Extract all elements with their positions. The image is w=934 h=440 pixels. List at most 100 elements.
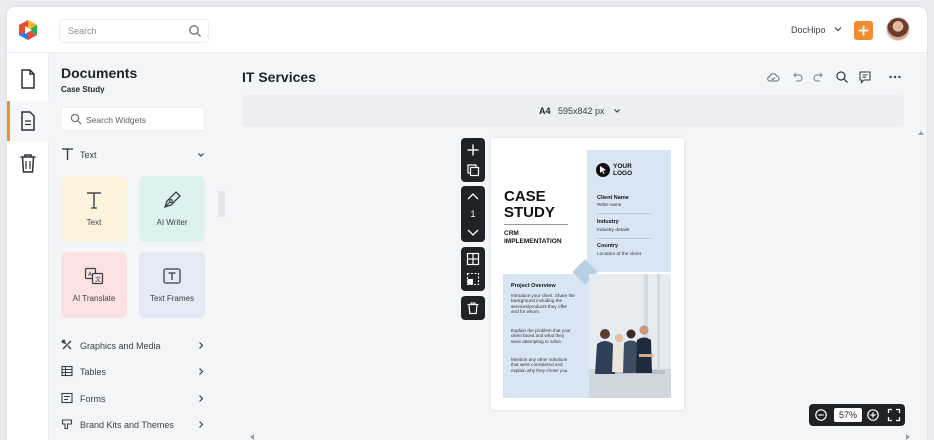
chevron-up-icon[interactable] (466, 191, 480, 203)
category-label: Tables (80, 367, 107, 377)
form-icon (61, 392, 73, 404)
client-name-label[interactable]: Client Name (597, 195, 629, 201)
widget-search-input[interactable]: Search Widgets (86, 115, 146, 125)
widget-text-frames[interactable]: Text Frames (139, 252, 205, 318)
category-label: Brand Kits and Themes (80, 420, 174, 430)
user-avatar[interactable] (886, 17, 910, 41)
industry-label[interactable]: Industry (597, 219, 619, 225)
overview-title[interactable]: Project Overview (511, 283, 556, 289)
panel-title: Documents (61, 65, 138, 81)
chevron-right-icon (199, 421, 204, 428)
graphics-icon (61, 339, 72, 350)
comment-icon[interactable] (858, 70, 872, 84)
section-text[interactable]: Text (61, 147, 205, 163)
search-box[interactable]: Search (59, 19, 209, 43)
page-size-dimensions: 595x842 px (558, 106, 605, 116)
panel-subtitle: Case Study (61, 85, 105, 94)
overview-paragraph[interactable]: Explain the problem that your client fac… (511, 328, 575, 344)
category-forms[interactable]: Forms (61, 391, 205, 407)
zoom-control: 57% (809, 404, 905, 426)
widget-ai-writer-label: AI Writer (156, 218, 188, 227)
rail-item-trash[interactable] (7, 143, 49, 183)
page-number: 1 (470, 209, 476, 219)
search-input[interactable]: Search (68, 26, 97, 36)
more-options-icon[interactable] (888, 70, 902, 84)
country-value[interactable]: Location of the client (597, 252, 641, 258)
rail-item-pages[interactable] (7, 101, 49, 141)
case-study-heading[interactable]: CASE STUDY (504, 189, 555, 221)
category-tables[interactable]: Tables (61, 364, 205, 380)
plus-icon (858, 25, 869, 36)
category-brand-kits[interactable]: Brand Kits and Themes (61, 417, 205, 433)
zoom-out-icon[interactable] (814, 408, 828, 422)
widget-text[interactable]: Text (61, 176, 127, 242)
category-graphics-media[interactable]: Graphics and Media (61, 338, 205, 354)
widget-ai-writer[interactable]: AI Writer (139, 176, 205, 242)
heading-divider (504, 224, 568, 225)
text-frame-icon (163, 268, 181, 284)
logo-placeholder[interactable] (596, 163, 610, 177)
workspace-name[interactable]: DocHipo (791, 25, 826, 35)
chevron-right-icon (199, 368, 204, 375)
arrow-cursor-icon (600, 166, 606, 174)
pen-nib-icon (163, 191, 181, 209)
team-photo[interactable] (589, 274, 671, 398)
category-label: Graphics and Media (80, 341, 161, 351)
redo-icon[interactable] (812, 70, 826, 84)
icon-rail (7, 53, 49, 440)
section-text-label: Text (80, 150, 97, 160)
widget-ai-translate[interactable]: A文 AI Translate (61, 252, 127, 318)
zoom-in-icon[interactable] (866, 408, 880, 422)
page-layout-toolbar (461, 247, 485, 291)
chevron-down-icon (198, 153, 204, 157)
app-logo-icon[interactable] (17, 19, 39, 41)
zoom-level[interactable]: 57% (834, 408, 862, 422)
document-icon (21, 69, 35, 89)
page-size-selector[interactable]: A4 595x842 px (242, 95, 904, 127)
undo-icon[interactable] (790, 70, 804, 84)
page-add-toolbar (461, 138, 485, 182)
create-button[interactable] (854, 21, 873, 40)
page-delete-toolbar (461, 296, 485, 320)
search-icon[interactable] (188, 24, 202, 38)
scroll-up-arrow[interactable] (917, 129, 925, 137)
overview-paragraph[interactable]: Mention any other solutions that were co… (511, 357, 575, 373)
duplicate-page-icon[interactable] (466, 163, 480, 177)
client-name-value[interactable]: Write name (597, 203, 621, 209)
page-icon (21, 111, 35, 131)
translate-icon: A文 (84, 267, 104, 285)
overview-paragraph[interactable]: Introduce your client. Share the backgro… (511, 293, 575, 315)
add-page-icon[interactable] (466, 143, 480, 157)
search-icon (70, 113, 82, 125)
widget-search[interactable]: Search Widgets (61, 107, 205, 131)
country-label[interactable]: Country (597, 243, 618, 249)
grid-icon[interactable] (466, 252, 480, 266)
subheading[interactable]: CRM IMPLEMENTATION (504, 230, 562, 245)
scroll-right-arrow[interactable] (904, 433, 912, 440)
trash-icon (20, 154, 36, 173)
logo-text[interactable]: YOUR LOGO (613, 163, 632, 177)
widget-text-label: Text (86, 218, 102, 227)
fullscreen-icon[interactable] (887, 408, 901, 422)
chevron-right-icon (199, 395, 204, 402)
widget-ai-translate-label: AI Translate (72, 294, 116, 303)
chevron-down-icon[interactable] (466, 226, 480, 238)
svg-text:文: 文 (95, 276, 101, 284)
scroll-left-arrow[interactable] (248, 433, 256, 440)
text-icon (62, 148, 73, 160)
text-icon (87, 192, 101, 209)
cloud-save-icon[interactable] (766, 70, 780, 84)
document-page[interactable]: YOUR LOGO Client Name Write name Industr… (491, 138, 684, 410)
panel-collapse-handle[interactable] (218, 191, 225, 217)
search-icon[interactable] (835, 70, 849, 84)
rail-item-documents[interactable] (7, 59, 49, 99)
trash-icon[interactable] (466, 301, 480, 315)
document-title[interactable]: IT Services (242, 69, 316, 85)
margin-icon[interactable] (466, 272, 480, 286)
divider (597, 238, 651, 239)
industry-value[interactable]: Industry details (597, 228, 629, 234)
chevron-down-icon[interactable] (833, 24, 843, 34)
business-team-image (589, 274, 671, 398)
category-label: Forms (80, 394, 106, 404)
chevron-right-icon (199, 342, 204, 349)
